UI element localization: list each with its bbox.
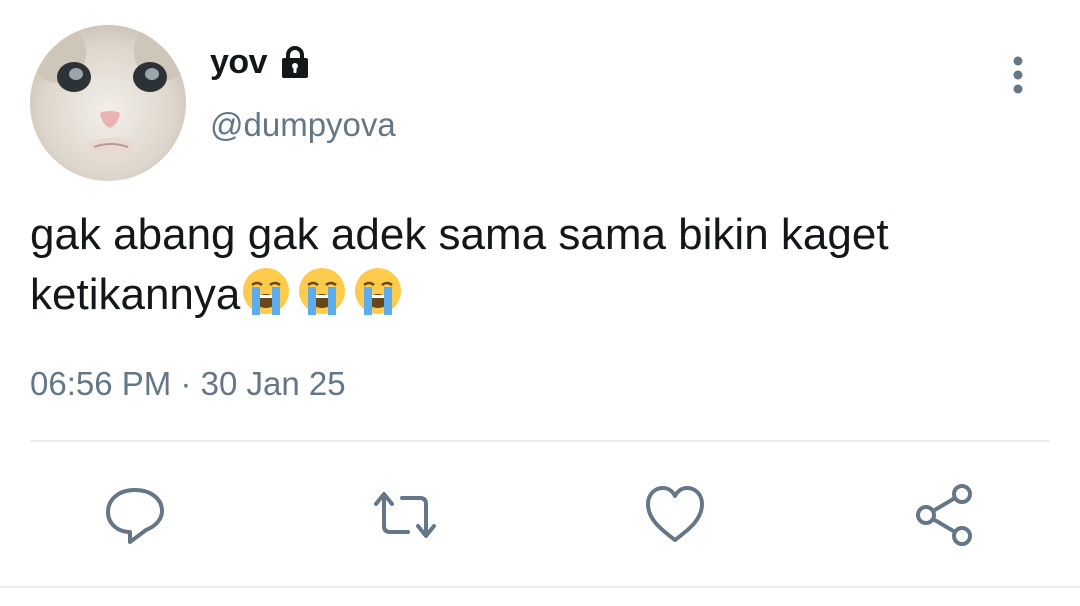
timestamp-separator: ·	[180, 365, 192, 402]
display-name[interactable]: yov	[210, 43, 268, 82]
share-icon	[916, 484, 972, 546]
loudly-crying-face-icon	[243, 268, 290, 315]
cat-avatar-image	[30, 25, 186, 181]
tweet-time: 06:56 PM	[30, 365, 172, 402]
user-handle[interactable]: @dumpyova	[210, 106, 396, 144]
bottom-divider	[0, 586, 1080, 588]
divider	[30, 440, 1050, 442]
like-button[interactable]	[640, 480, 710, 550]
loudly-crying-face-icon	[355, 268, 402, 315]
tweet-text-content: gak abang gak adek sama sama bikin kaget…	[30, 210, 889, 319]
share-button[interactable]	[910, 480, 980, 550]
tweet-text: gak abang gak adek sama sama bikin kaget…	[30, 205, 1040, 325]
retweet-button[interactable]	[370, 480, 440, 550]
retweet-icon	[374, 492, 436, 538]
lock-icon	[282, 46, 309, 78]
more-vertical-icon[interactable]	[1000, 52, 1036, 98]
reply-icon	[106, 488, 164, 544]
tweet-actions	[0, 480, 1080, 550]
loudly-crying-face-icon	[299, 268, 346, 315]
tweet-timestamp[interactable]: 06:56 PM · 30 Jan 25	[30, 365, 346, 403]
avatar[interactable]	[30, 25, 186, 181]
reply-button[interactable]	[100, 480, 170, 550]
heart-icon	[646, 486, 704, 542]
tweet-date: 30 Jan 25	[200, 365, 346, 402]
emoji-group	[240, 268, 408, 319]
